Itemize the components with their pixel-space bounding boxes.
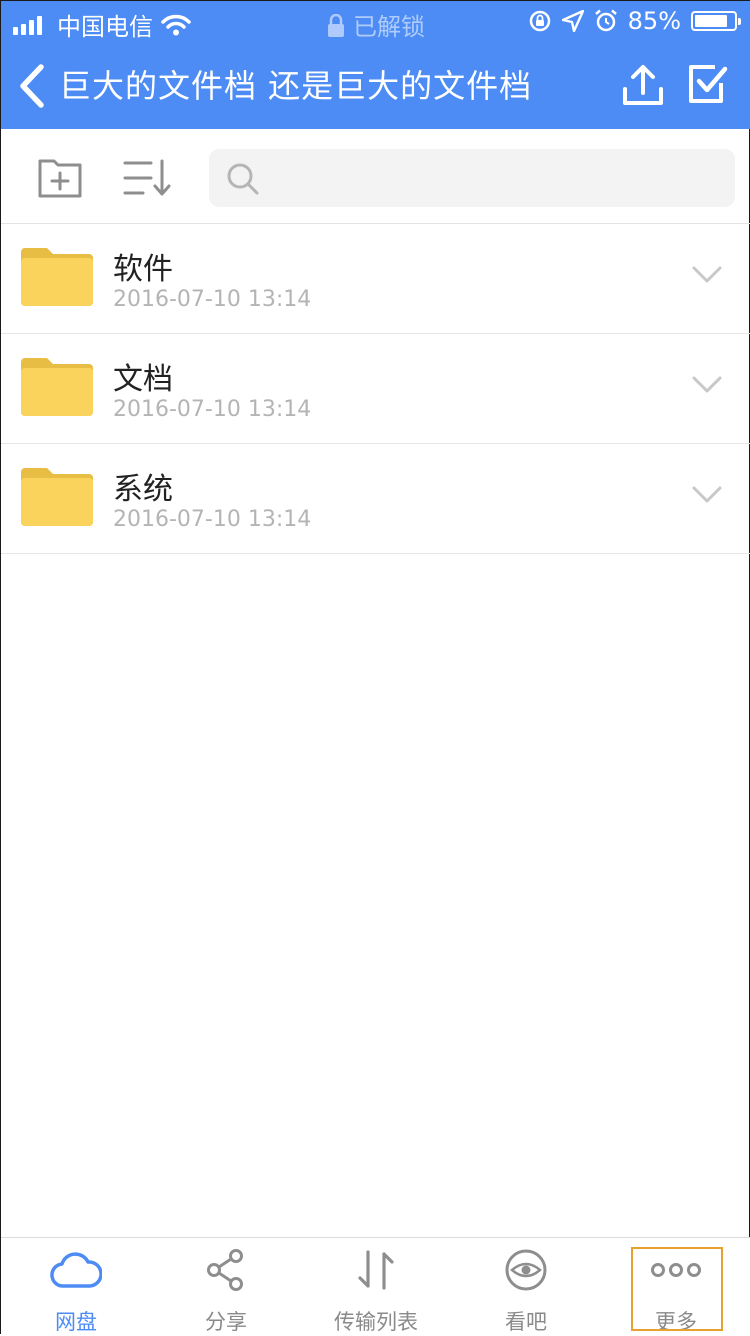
file-name: 系统 bbox=[113, 472, 173, 507]
battery-icon bbox=[691, 11, 741, 31]
file-row-documents[interactable]: 文档 2016-07-10 13:14 bbox=[1, 334, 750, 444]
file-date: 2016-07-10 13:14 bbox=[113, 287, 312, 312]
eye-icon bbox=[505, 1249, 547, 1291]
lock-label: 已解锁 bbox=[353, 13, 425, 41]
transfer-icon bbox=[358, 1250, 394, 1290]
file-row-software[interactable]: 软件 2016-07-10 13:14 bbox=[1, 224, 750, 334]
tab-cloud-drive[interactable]: 网盘 bbox=[1, 1238, 151, 1336]
back-arrow-icon[interactable] bbox=[15, 63, 49, 109]
status-right: 85% bbox=[528, 7, 741, 35]
rotation-lock-icon bbox=[529, 10, 550, 32]
search-input[interactable] bbox=[269, 157, 713, 199]
tab-label: 传输列表 bbox=[334, 1310, 418, 1334]
file-name: 文档 bbox=[113, 362, 173, 397]
tab-label: 看吧 bbox=[505, 1310, 547, 1334]
tab-transfer-list[interactable]: 传输列表 bbox=[301, 1238, 451, 1336]
chevron-down-icon[interactable] bbox=[691, 484, 723, 506]
nav-bar: 巨大的文件档 还是巨大的文件档 bbox=[1, 51, 750, 121]
chevron-down-icon[interactable] bbox=[691, 264, 723, 286]
unlock-icon bbox=[328, 13, 344, 37]
tab-watch[interactable]: 看吧 bbox=[451, 1238, 601, 1336]
tab-label: 网盘 bbox=[55, 1310, 97, 1334]
tab-label: 分享 bbox=[205, 1310, 247, 1334]
header-bar: 中国电信 已解锁 85% 巨大的文件档 还是巨大的文件档 bbox=[1, 1, 750, 129]
upload-icon[interactable] bbox=[621, 63, 665, 107]
file-name: 软件 bbox=[113, 252, 173, 287]
toolbar bbox=[1, 129, 750, 224]
select-checkbox-icon[interactable] bbox=[687, 63, 729, 105]
file-date: 2016-07-10 13:14 bbox=[113, 507, 312, 532]
file-date: 2016-07-10 13:14 bbox=[113, 397, 312, 422]
folder-icon bbox=[21, 468, 93, 526]
new-folder-icon[interactable] bbox=[37, 157, 83, 199]
folder-icon bbox=[21, 358, 93, 416]
battery-fill bbox=[695, 15, 728, 27]
file-list: 软件 2016-07-10 13:14 文档 2016-07-10 13:14 … bbox=[1, 224, 750, 554]
share-icon bbox=[207, 1249, 243, 1291]
search-icon bbox=[227, 163, 259, 195]
location-icon bbox=[561, 10, 584, 32]
battery-percent: 85% bbox=[627, 7, 681, 35]
folder-icon bbox=[21, 248, 93, 306]
tab-share[interactable]: 分享 bbox=[151, 1238, 301, 1336]
cloud-icon bbox=[50, 1252, 102, 1288]
page-title: 巨大的文件档 还是巨大的文件档 bbox=[59, 67, 533, 105]
search-box[interactable] bbox=[209, 149, 735, 207]
highlight-box bbox=[631, 1247, 723, 1331]
status-bar: 中国电信 已解锁 85% bbox=[1, 1, 750, 41]
file-row-system[interactable]: 系统 2016-07-10 13:14 bbox=[1, 444, 750, 554]
alarm-icon bbox=[594, 9, 617, 32]
chevron-down-icon[interactable] bbox=[691, 374, 723, 396]
sort-icon[interactable] bbox=[123, 159, 171, 197]
